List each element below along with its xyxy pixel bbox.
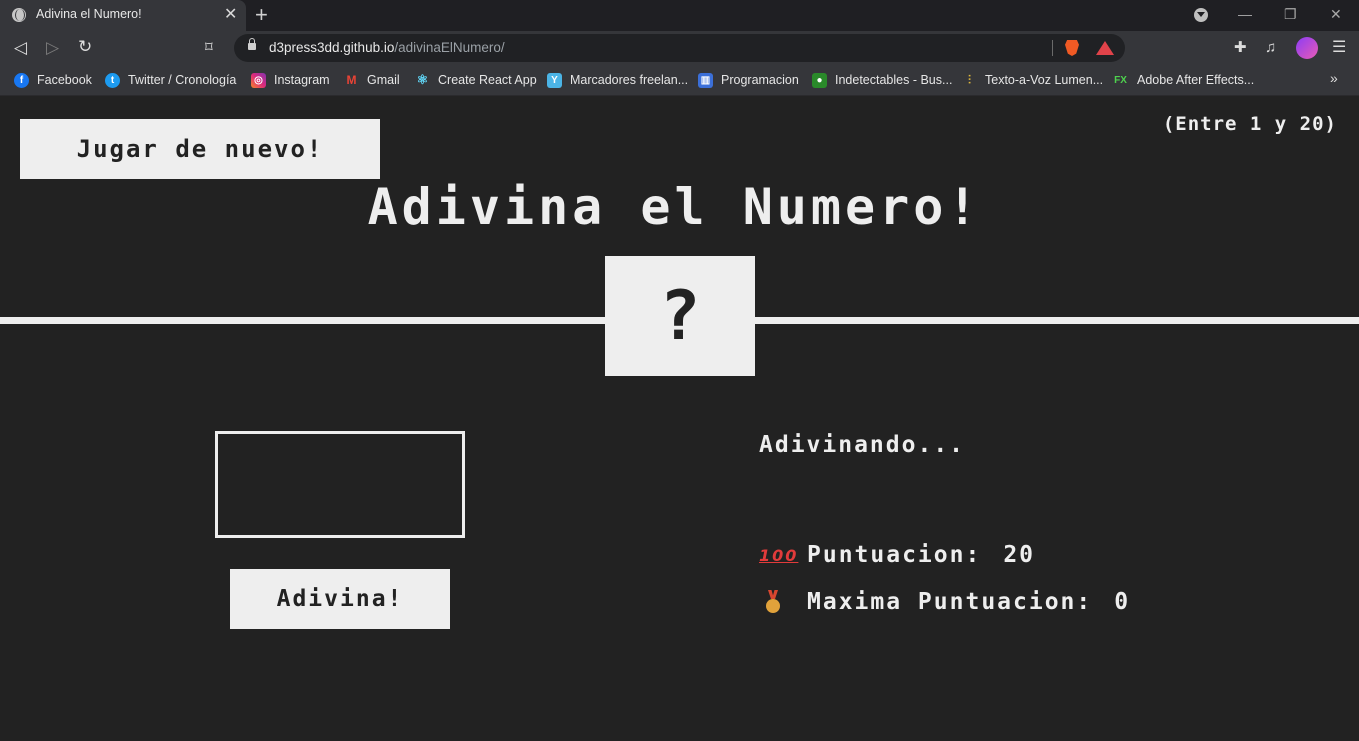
bookmark-label: Create React App <box>438 73 537 87</box>
bookmark-texto-a-voz[interactable]: ⫶ Texto-a-Voz Lumen... <box>962 72 1103 88</box>
guess-input[interactable] <box>215 431 465 538</box>
gmail-icon: M <box>346 73 357 87</box>
bookmark-marcadores[interactable]: Y Marcadores freelan... <box>547 72 688 88</box>
score-value: 20 <box>1003 542 1036 568</box>
close-tab-icon[interactable]: ✕ <box>224 5 237 25</box>
bookmark-label: Texto-a-Voz Lumen... <box>985 73 1104 87</box>
bookmark-label: Gmail <box>367 73 400 87</box>
highscore-row: Maxima Puntuacion: 0 <box>759 589 1130 615</box>
bookmark-label: Instagram <box>274 73 330 87</box>
range-hint: (Entre 1 y 20) <box>1162 113 1337 135</box>
bookmark-label: Twitter / Cronología <box>128 73 237 87</box>
more-bookmarks-icon[interactable]: » <box>1330 70 1338 86</box>
instagram-icon: ◎ <box>251 72 266 88</box>
highscore-label: Maxima Puntuacion: <box>807 589 1093 615</box>
url-text[interactable]: d3press3dd.github.io/adivinaElNumero/ <box>269 40 505 55</box>
bookmark-label: Facebook <box>37 73 92 87</box>
folder-icon: ▥ <box>698 72 713 88</box>
score-row: 100 Puntuacion: 20 <box>759 542 1035 568</box>
bookmark-site-icon: Y <box>547 72 562 88</box>
new-tab-button[interactable]: + <box>255 3 268 27</box>
forward-icon[interactable]: ▷ <box>46 39 59 57</box>
bookmark-programacion[interactable]: ▥ Programacion <box>698 72 799 88</box>
guess-button[interactable]: Adivina! <box>230 569 450 629</box>
media-icon[interactable]: ♫ <box>1265 39 1276 57</box>
bookmark-label: Indetectables - Bus... <box>835 73 953 87</box>
bookmark-twitter[interactable]: t Twitter / Cronología <box>105 72 236 88</box>
browser-toolbar: ◁ ▷ ↻ ⌑ d3press3dd.github.io/adivinaElNu… <box>0 31 1359 65</box>
reload-icon[interactable]: ↻ <box>78 38 92 56</box>
address-bar[interactable]: d3press3dd.github.io/adivinaElNumero/ <box>234 34 1125 62</box>
game-page: Jugar de nuevo! (Entre 1 y 20) Adivina e… <box>0 96 1359 741</box>
hundred-points-icon: 100 <box>759 545 799 565</box>
back-icon[interactable]: ◁ <box>14 39 27 57</box>
react-icon: ⚛ <box>416 72 429 87</box>
globe-icon <box>12 8 26 22</box>
bookmark-gmail[interactable]: M Gmail <box>344 72 400 88</box>
bookmark-after-effects[interactable]: FX Adobe After Effects... <box>1112 72 1254 88</box>
bookmark-label: Programacion <box>721 73 799 87</box>
bookmark-icon[interactable]: ⌑ <box>205 39 213 57</box>
twitter-icon: t <box>105 72 120 88</box>
bookmark-indetectables[interactable]: ● Indetectables - Bus... <box>812 72 952 88</box>
play-again-button[interactable]: Jugar de nuevo! <box>20 119 380 179</box>
lock-icon[interactable] <box>248 38 256 50</box>
bookmark-create-react-app[interactable]: ⚛ Create React App <box>415 72 537 88</box>
minimize-button[interactable]: — <box>1238 4 1252 24</box>
bookmark-site-icon: ● <box>812 72 827 88</box>
bookmark-label: Marcadores freelan... <box>570 73 689 87</box>
bookmark-facebook[interactable]: f Facebook <box>14 72 92 88</box>
fx-icon: FX <box>1114 74 1127 86</box>
menu-icon[interactable]: ☰ <box>1332 39 1346 57</box>
url-path: /adivinaElNumero/ <box>394 40 505 55</box>
browser-tab[interactable]: Adivina el Numero! ✕ <box>0 0 246 31</box>
status-message: Adivinando... <box>759 432 966 458</box>
page-title: Adivina el Numero! <box>367 178 982 236</box>
medal-icon <box>759 590 787 614</box>
bookmark-label: Adobe After Effects... <box>1137 73 1255 87</box>
tab-title: Adivina el Numero! <box>36 7 142 21</box>
profile-avatar[interactable] <box>1296 37 1318 59</box>
restore-button[interactable]: ❐ <box>1284 4 1297 24</box>
bookmark-instagram[interactable]: ◎ Instagram <box>251 72 330 88</box>
brave-rewards-icon[interactable] <box>1096 41 1114 55</box>
brave-shield-icon[interactable] <box>1065 40 1079 56</box>
score-label: Puntuacion: <box>807 542 982 568</box>
secret-number-box: ? <box>605 256 755 376</box>
tab-search-icon[interactable] <box>1194 8 1208 22</box>
bookmarks-bar: f Facebook t Twitter / Cronología ◎ Inst… <box>0 65 1359 96</box>
facebook-icon: f <box>14 72 29 88</box>
highscore-value: 0 <box>1114 589 1131 615</box>
audio-wave-icon: ⫶ <box>967 72 971 87</box>
close-window-button[interactable]: ✕ <box>1330 4 1342 24</box>
tab-strip: Adivina el Numero! ✕ + — ❐ ✕ <box>0 0 1359 31</box>
url-host: d3press3dd.github.io <box>269 40 395 55</box>
omnibox-divider <box>1052 40 1053 56</box>
extensions-icon[interactable]: ✚ <box>1234 39 1247 57</box>
